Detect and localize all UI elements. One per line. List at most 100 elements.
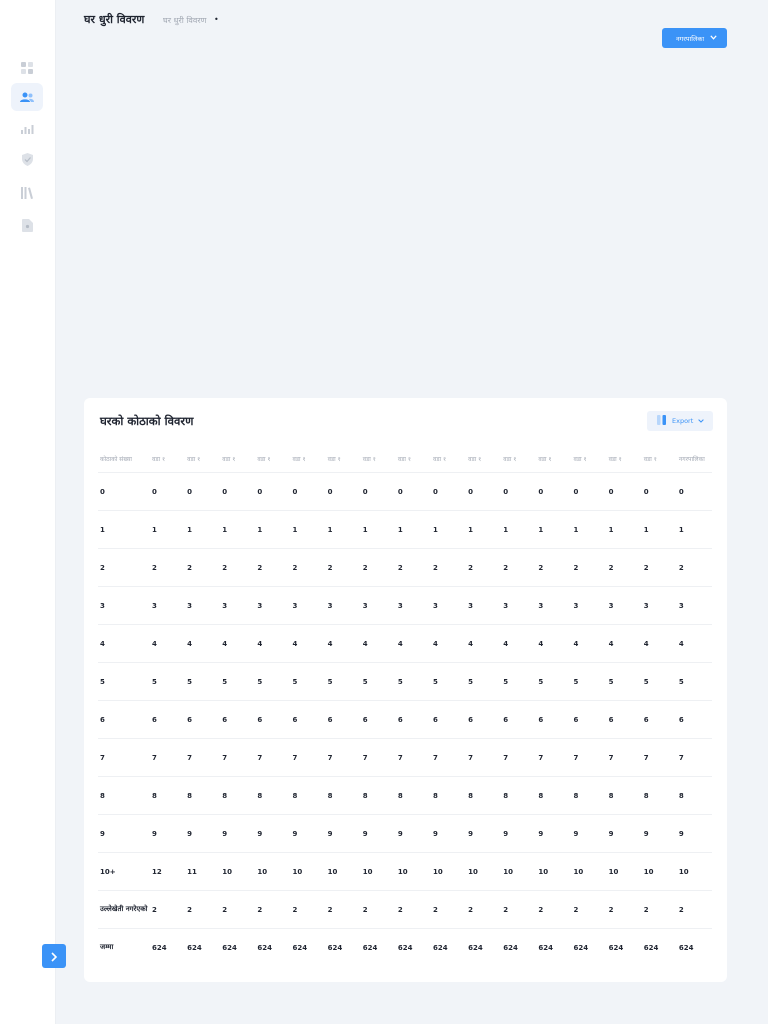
row-label-cell: 2 xyxy=(98,548,150,587)
row-label-cell: 10+ xyxy=(98,852,150,891)
table-cell: 1 xyxy=(466,510,502,549)
table-cell: 9 xyxy=(536,814,572,853)
sidebar-item-library[interactable] xyxy=(11,179,43,207)
table-cell: 3 xyxy=(395,586,431,625)
table-cell: 7 xyxy=(150,738,186,777)
table-cell: 5 xyxy=(431,662,467,701)
table-cell: 624 xyxy=(395,928,431,967)
table-cell: 0 xyxy=(325,472,361,511)
table-cell: 10 xyxy=(290,852,326,891)
expand-sidebar-button[interactable] xyxy=(42,944,66,968)
table-cell: 4 xyxy=(395,624,431,663)
table-cell: 2 xyxy=(606,890,642,929)
table-header-row: कोठाको संख्या वडा १ वडा १ वडा १ वडा १ वडा १ वड… xyxy=(98,446,712,473)
sidebar-item-security[interactable] xyxy=(11,146,43,174)
chevron-down-icon xyxy=(710,34,717,42)
column-header-ward: वडा १ xyxy=(152,456,166,463)
table-cell: 2 xyxy=(395,890,431,929)
table-cell: 1 xyxy=(255,510,291,549)
table-cell: 5 xyxy=(571,662,607,701)
table-cell: 10 xyxy=(606,852,642,891)
table-cell: 2 xyxy=(255,548,291,587)
table-cell: 1 xyxy=(325,510,361,549)
column-header-ward: वडा १ xyxy=(503,456,517,463)
room-details-card: घरको कोठाको विवरण Export कोठाको संख्या वड… xyxy=(84,398,727,982)
row-label-cell: जम्मा xyxy=(98,928,150,967)
column-header-municipality: नगरपालिका xyxy=(678,456,705,463)
table-cell: 9 xyxy=(220,814,256,853)
table-cell: 5 xyxy=(150,662,186,701)
table-cell: 3 xyxy=(220,586,256,625)
column-header-ward: वडा १ xyxy=(327,456,341,463)
table-row: 99999999999999999 xyxy=(98,814,712,853)
breadcrumb[interactable]: घर धुरी विवरण xyxy=(163,15,206,26)
row-label-cell: 8 xyxy=(98,776,150,815)
table-cell: 8 xyxy=(185,776,221,815)
sidebar-item-documents[interactable] xyxy=(11,212,43,240)
table-cell: 5 xyxy=(360,662,396,701)
table-cell: 3 xyxy=(571,586,607,625)
municipality-dropdown-button[interactable]: नगरपालिका xyxy=(662,28,727,48)
table-row: 44444444444444444 xyxy=(98,624,712,663)
table-cell: 9 xyxy=(606,814,642,853)
column-header-ward: वडा १ xyxy=(468,456,482,463)
page-title: घर धुरी विवरण xyxy=(84,13,145,26)
table-cell: 4 xyxy=(571,624,607,663)
table-cell: 1 xyxy=(360,510,396,549)
table-cell: 624 xyxy=(536,928,572,967)
row-label-cell: 9 xyxy=(98,814,150,853)
table-cell: 10 xyxy=(395,852,431,891)
table-cell: 1 xyxy=(290,510,326,549)
table-cell: 8 xyxy=(676,776,712,815)
sidebar-item-dashboard[interactable] xyxy=(11,54,43,82)
table-cell: 0 xyxy=(606,472,642,511)
table-cell: 3 xyxy=(501,586,537,625)
sidebar-item-users[interactable] xyxy=(11,83,43,111)
table-cell: 4 xyxy=(431,624,467,663)
table-cell: 0 xyxy=(150,472,186,511)
table-cell: 10 xyxy=(641,852,677,891)
table-cell: 10 xyxy=(536,852,572,891)
column-header-ward: वडा १ xyxy=(433,456,447,463)
table-cell: 9 xyxy=(360,814,396,853)
table-cell: 2 xyxy=(360,890,396,929)
table-cell: 624 xyxy=(255,928,291,967)
table-cell: 2 xyxy=(395,548,431,587)
table-row: 77777777777777777 xyxy=(98,738,712,777)
table-cell: 1 xyxy=(641,510,677,549)
table-cell: 624 xyxy=(220,928,256,967)
table-cell: 9 xyxy=(431,814,467,853)
sidebar-item-stats[interactable] xyxy=(11,114,43,142)
table-cell: 7 xyxy=(255,738,291,777)
table-cell: 0 xyxy=(466,472,502,511)
table-cell: 2 xyxy=(431,548,467,587)
table-cell: 5 xyxy=(641,662,677,701)
table-cell: 4 xyxy=(220,624,256,663)
document-icon xyxy=(21,217,33,236)
column-header-ward: वडा १ xyxy=(187,456,201,463)
table-cell: 2 xyxy=(676,890,712,929)
table-cell: 4 xyxy=(325,624,361,663)
table-cell: 9 xyxy=(185,814,221,853)
table-cell: 6 xyxy=(501,700,537,739)
table-cell: 3 xyxy=(360,586,396,625)
dashboard-icon xyxy=(21,59,33,78)
table-cell: 5 xyxy=(501,662,537,701)
table-cell: 6 xyxy=(255,700,291,739)
table-cell: 4 xyxy=(290,624,326,663)
table-cell: 2 xyxy=(290,548,326,587)
export-button[interactable]: Export xyxy=(647,411,713,431)
table-cell: 0 xyxy=(360,472,396,511)
table-cell: 4 xyxy=(641,624,677,663)
shield-check-icon xyxy=(21,151,33,170)
bar-chart-icon xyxy=(20,119,34,138)
table-cell: 2 xyxy=(150,548,186,587)
table-cell: 4 xyxy=(150,624,186,663)
library-icon xyxy=(21,184,33,203)
table-cell: 8 xyxy=(571,776,607,815)
table-cell: 6 xyxy=(571,700,607,739)
table-cell: 624 xyxy=(290,928,326,967)
table-cell: 2 xyxy=(185,548,221,587)
table-cell: 624 xyxy=(431,928,467,967)
table-cell: 10 xyxy=(431,852,467,891)
